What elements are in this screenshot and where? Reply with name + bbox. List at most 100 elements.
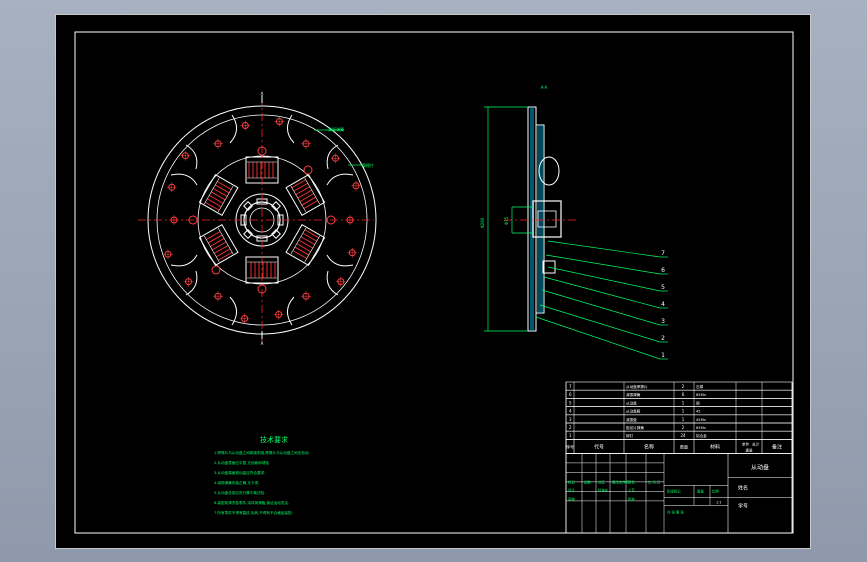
- bom-no: 3: [569, 417, 572, 422]
- bom-material: 65Mn: [696, 426, 706, 430]
- spring-coil: [304, 229, 319, 239]
- bom-qty: 1: [682, 409, 685, 414]
- spring-window-frame: [198, 173, 239, 217]
- spring-coil: [291, 179, 306, 189]
- bom-name: 阻尼片弹簧: [626, 425, 644, 430]
- bom-qty: 24: [680, 433, 686, 438]
- bom-row: [565, 381, 793, 391]
- bom-material: 铝合金: [696, 433, 707, 438]
- tech-req-line: 3.从动盘端面跳动量应符合要求.: [214, 470, 265, 475]
- bom-no: 1: [569, 433, 572, 438]
- bom-material: 65Mn: [696, 393, 706, 397]
- bom-table: 7 从动盘摩擦片 2 石棉 6 减振弹簧 6 65Mn 5 从动盘 1 钢 4 从动盘毂 1 45 3 减振盘 1 4…: [565, 381, 793, 454]
- front-view: [138, 95, 377, 343]
- balloon-leader: [547, 266, 661, 292]
- spring-coil: [216, 248, 231, 258]
- bom-material: 45Mn: [696, 418, 706, 422]
- bom-no: 6: [569, 392, 572, 397]
- spring-coil: [218, 251, 233, 261]
- tech-req-line: 1.摩擦片与从动盘之间铆接牢固,摩擦片与从动盘之间无松动.: [214, 450, 310, 455]
- tb-student-no: 学号: [738, 502, 748, 509]
- callout-lining-label: 摩擦片: [362, 162, 374, 168]
- side-section-view: [484, 106, 578, 332]
- title-block: 标记 处数 分区 更改文件号 签名 年.月.日设计审核 标准化批准 工艺 阶段标记 重量 比例 1:1…: [565, 452, 793, 534]
- spring-coil: [207, 198, 222, 208]
- spring-coil: [299, 193, 314, 202]
- tech-req-title: 技术要求: [260, 435, 288, 444]
- balloon-number: 1: [661, 352, 665, 359]
- bom-qty: 2: [682, 384, 685, 389]
- balloon-number: 6: [661, 267, 665, 274]
- spring-coil: [297, 189, 312, 199]
- spring-coil: [210, 238, 225, 247]
- spring-coil: [293, 182, 308, 192]
- tb-name-label: 姓名: [738, 484, 748, 491]
- tech-req-line: 5.从动盘总成应进行静平衡试验.: [214, 490, 265, 495]
- tb-part-name: 从动盘: [751, 463, 769, 471]
- tb-scale: 比例: [712, 488, 719, 493]
- bom-name: 从动盘: [626, 400, 637, 405]
- tb-stage: 阶段标记: [667, 488, 681, 493]
- bom-qty: 1: [682, 400, 685, 405]
- spring-coil: [209, 194, 224, 204]
- tb-check: 审核: [568, 496, 575, 501]
- spring-coil: [214, 244, 229, 254]
- section-label-top: A: [261, 91, 264, 96]
- bom-h-remark: 备注: [772, 443, 782, 450]
- spring-window-frame: [285, 223, 326, 267]
- spring-coil: [300, 236, 315, 246]
- center-lines: [138, 97, 374, 343]
- spring-window: [198, 173, 239, 217]
- bom-row: [565, 389, 793, 399]
- bom-name: 减振盘: [626, 417, 637, 422]
- bom-h-code: 代号: [594, 443, 604, 450]
- balloon-number: 2: [661, 335, 665, 342]
- balloon-leader: [541, 289, 661, 326]
- bom-h-name: 名称: [644, 443, 654, 450]
- bom-h-unit: 单件: [742, 441, 750, 446]
- drawing-border: [74, 31, 794, 534]
- tb-revision-label: 签名: [628, 479, 635, 484]
- bom-no: 7: [569, 384, 572, 389]
- spring-coil: [205, 201, 220, 211]
- spring-coil: [294, 246, 309, 256]
- tb-design: 设计: [568, 487, 575, 492]
- tb-approve: 批准: [628, 496, 635, 501]
- bom-no: 2: [569, 425, 572, 430]
- spring-coil: [212, 241, 227, 251]
- balloon-leader: [545, 254, 661, 275]
- bom-h-material: 材料: [710, 443, 720, 450]
- tb-revision-label: 更改文件号: [612, 479, 630, 484]
- section-view-label: A-A: [541, 85, 548, 90]
- bom-name: 减振弹簧: [626, 392, 641, 397]
- bom-name: 从动盘毂: [626, 409, 641, 414]
- spring-window: [285, 223, 326, 267]
- app-window: A A 减振弹簧 摩擦片 A-A Φ280 Φ35 7 6 5 4 3 2 1 …: [0, 0, 867, 562]
- tb-revision-label: 年.月.日: [648, 479, 660, 484]
- spring-coil: [301, 196, 316, 206]
- overall-dimension-text: Φ280: [480, 217, 485, 228]
- bom-h-qty: 数量: [680, 443, 688, 449]
- section-label-bottom: A: [261, 341, 264, 346]
- bom-row: [565, 430, 793, 440]
- tb-weight: 重量: [697, 488, 704, 493]
- part-balloons: 7 6 5 4 3 2 1: [535, 240, 668, 360]
- bom-qty: 1: [682, 417, 685, 422]
- spring-coil: [302, 232, 317, 242]
- hub-dimension-text: Φ35: [504, 216, 509, 225]
- spring-window: [198, 223, 239, 267]
- balloon-number: 5: [661, 284, 665, 291]
- spring-coil: [211, 191, 226, 201]
- tb-revision-label: 处数: [584, 479, 591, 484]
- tech-req-line: 4.减振弹簧安装正确,无卡滞.: [214, 480, 259, 485]
- bom-no: 5: [569, 400, 572, 405]
- spring-coil: [208, 234, 223, 244]
- spring-window-frame: [198, 223, 239, 267]
- stop-pin-hole: [303, 165, 313, 175]
- stop-pin-hole: [211, 265, 221, 275]
- balloon-leader: [539, 304, 661, 343]
- tech-req-line: 2.从动盘表面应平整,无划痕和锈蚀.: [214, 460, 270, 465]
- balloon-leader: [535, 316, 661, 360]
- spring-coil: [298, 239, 313, 249]
- bom-material: 石棉: [696, 384, 704, 389]
